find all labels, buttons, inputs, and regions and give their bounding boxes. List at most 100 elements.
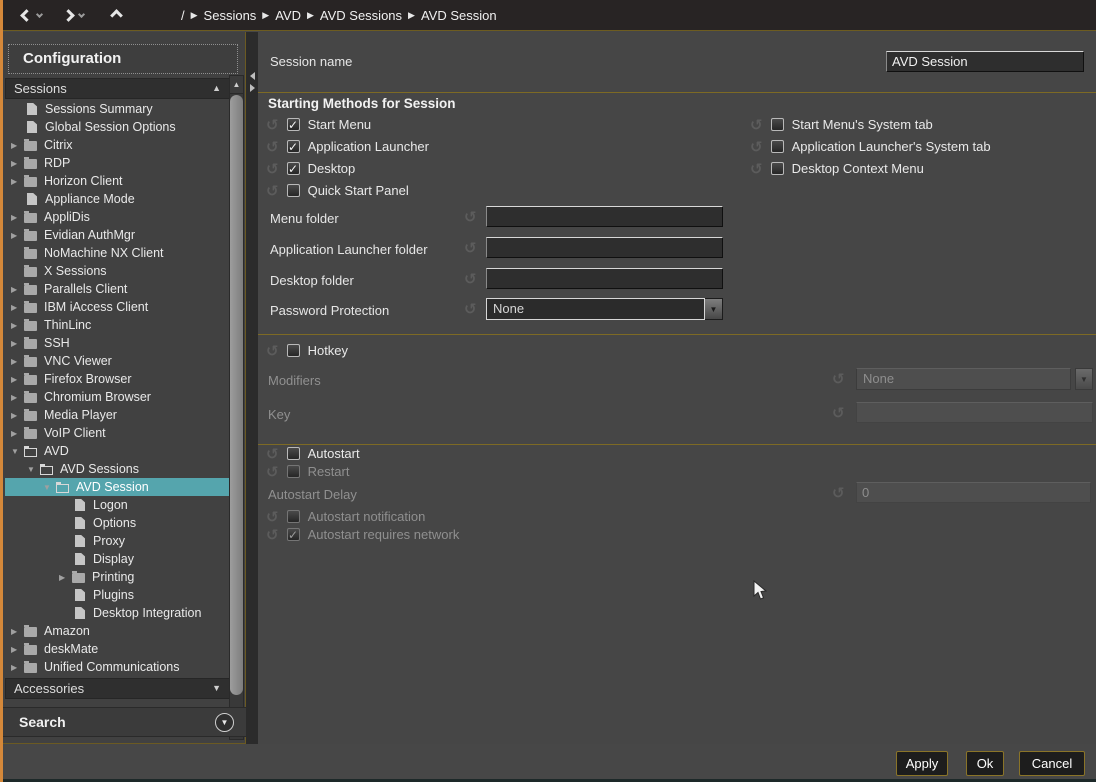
back-button[interactable] [22,11,31,20]
tree-item[interactable]: ▼AVD Session [5,478,230,496]
session-name-input[interactable] [886,51,1084,72]
scrollbar-thumb[interactable] [230,95,243,695]
breadcrumb-avd-sessions[interactable]: AVD Sessions [320,8,402,23]
tree-item[interactable]: Options [5,514,230,532]
chevron-right-icon[interactable]: ▶ [11,375,24,384]
chevron-right-icon[interactable]: ▶ [11,213,24,222]
chevron-right-icon[interactable]: ▶ [11,627,24,636]
splitter-collapse-right-icon[interactable] [250,84,255,92]
tree-item[interactable]: ▶Firefox Browser [5,370,230,388]
chevron-right-icon[interactable]: ▶ [11,321,24,330]
reset-icon[interactable]: ↺ [266,160,279,178]
reset-icon[interactable]: ↺ [266,182,279,200]
tree-item[interactable]: ▶AppliDis [5,208,230,226]
panel-splitter[interactable] [246,32,258,744]
chevron-right-icon[interactable]: ▶ [11,159,24,168]
tree-item[interactable]: X Sessions [5,262,230,280]
chevron-right-icon[interactable]: ▶ [11,303,24,312]
reset-icon[interactable]: ↺ [750,116,763,134]
chevron-right-icon[interactable]: ▶ [11,339,24,348]
checkbox[interactable] [771,140,784,153]
scrollbar-up-button[interactable]: ▲ [230,76,243,94]
checkbox[interactable]: ✓ [287,140,300,153]
reset-icon[interactable]: ↺ [266,463,279,481]
splitter-collapse-left-icon[interactable] [250,72,255,80]
reset-icon[interactable]: ↺ [832,373,845,387]
section-header-accessories[interactable]: Accessories ▼ [5,678,230,699]
checkbox[interactable]: ✓ [287,118,300,131]
chevron-down-icon[interactable]: ▼ [27,465,40,474]
tree-item[interactable]: ▶Evidian AuthMgr [5,226,230,244]
reset-icon[interactable]: ↺ [266,116,279,134]
tree-item[interactable]: Display [5,550,230,568]
reset-icon[interactable]: ↺ [266,445,279,463]
tree-item[interactable]: ▶deskMate [5,640,230,658]
autostart-checkbox[interactable] [287,447,300,460]
forward-button[interactable] [64,11,73,20]
breadcrumb-avd-session[interactable]: AVD Session [421,8,497,23]
tree-item[interactable]: Sessions Summary [5,100,230,118]
reset-icon[interactable]: ↺ [266,526,279,544]
tree-item[interactable]: ▶VoIP Client [5,424,230,442]
tree-item[interactable]: Desktop Integration [5,604,230,622]
chevron-down-icon[interactable]: ▼ [43,483,56,492]
tree-item[interactable]: Global Session Options [5,118,230,136]
reset-icon[interactable]: ↺ [832,407,845,421]
tree-item[interactable]: ▶Citrix [5,136,230,154]
reset-icon[interactable]: ↺ [750,160,763,178]
chevron-right-icon[interactable]: ▶ [11,393,24,402]
reset-icon[interactable]: ↺ [266,342,279,360]
chevron-right-icon[interactable]: ▶ [11,429,24,438]
cancel-button[interactable]: Cancel [1019,751,1085,776]
reset-icon[interactable]: ↺ [464,273,477,287]
tree-item[interactable]: ▶RDP [5,154,230,172]
reset-icon[interactable]: ↺ [464,303,477,317]
up-button[interactable] [112,11,121,20]
tree-item[interactable]: ▶Chromium Browser [5,388,230,406]
menu-folder-input[interactable] [486,206,723,227]
apply-button[interactable]: Apply [896,751,948,776]
chevron-right-icon[interactable]: ▶ [59,573,72,582]
tree-item[interactable]: ▶ThinLinc [5,316,230,334]
tree-item[interactable]: ▶Horizon Client [5,172,230,190]
tree-item[interactable]: Appliance Mode [5,190,230,208]
desktop-folder-input[interactable] [486,268,723,289]
reset-icon[interactable]: ↺ [464,242,477,256]
tree-item[interactable]: NoMachine NX Client [5,244,230,262]
chevron-right-icon[interactable]: ▶ [11,663,24,672]
tree-item[interactable]: ▶Printing [5,568,230,586]
tree-item[interactable]: ▶SSH [5,334,230,352]
checkbox[interactable]: ✓ [287,162,300,175]
reset-icon[interactable]: ↺ [832,487,845,501]
password-protection-select[interactable]: None ▼ [486,298,723,320]
ok-button[interactable]: Ok [966,751,1004,776]
chevron-down-icon[interactable]: ▼ [11,447,24,456]
tree-item[interactable]: ▶Amazon [5,622,230,640]
tree-item[interactable]: ▼AVD Sessions [5,460,230,478]
checkbox[interactable] [771,162,784,175]
chevron-right-icon[interactable]: ▶ [11,141,24,150]
tree-item[interactable]: ▶Media Player [5,406,230,424]
breadcrumb-root[interactable]: / [181,8,185,23]
tree-item[interactable]: ▶IBM iAccess Client [5,298,230,316]
search-expand-button[interactable]: ▼ [215,713,234,732]
tree-item[interactable]: ▶VNC Viewer [5,352,230,370]
chevron-right-icon[interactable]: ▶ [11,645,24,654]
reset-icon[interactable]: ↺ [750,138,763,156]
breadcrumb-avd[interactable]: AVD [275,8,301,23]
chevron-right-icon[interactable]: ▶ [11,177,24,186]
hotkey-checkbox[interactable] [287,344,300,357]
tree-item[interactable]: ▶Parallels Client [5,280,230,298]
tree-item[interactable]: ▼AVD [5,442,230,460]
tree-item[interactable]: ▶Unified Communications [5,658,230,676]
reset-icon[interactable]: ↺ [266,138,279,156]
chevron-right-icon[interactable]: ▶ [11,285,24,294]
tree-scrollbar[interactable]: ▲ ▼ [229,75,244,740]
chevron-right-icon[interactable]: ▶ [11,411,24,420]
tree-item[interactable]: Proxy [5,532,230,550]
chevron-right-icon[interactable]: ▶ [11,231,24,240]
tree-item[interactable]: Logon [5,496,230,514]
reset-icon[interactable]: ↺ [464,211,477,225]
reset-icon[interactable]: ↺ [266,508,279,526]
breadcrumb-sessions[interactable]: Sessions [204,8,257,23]
